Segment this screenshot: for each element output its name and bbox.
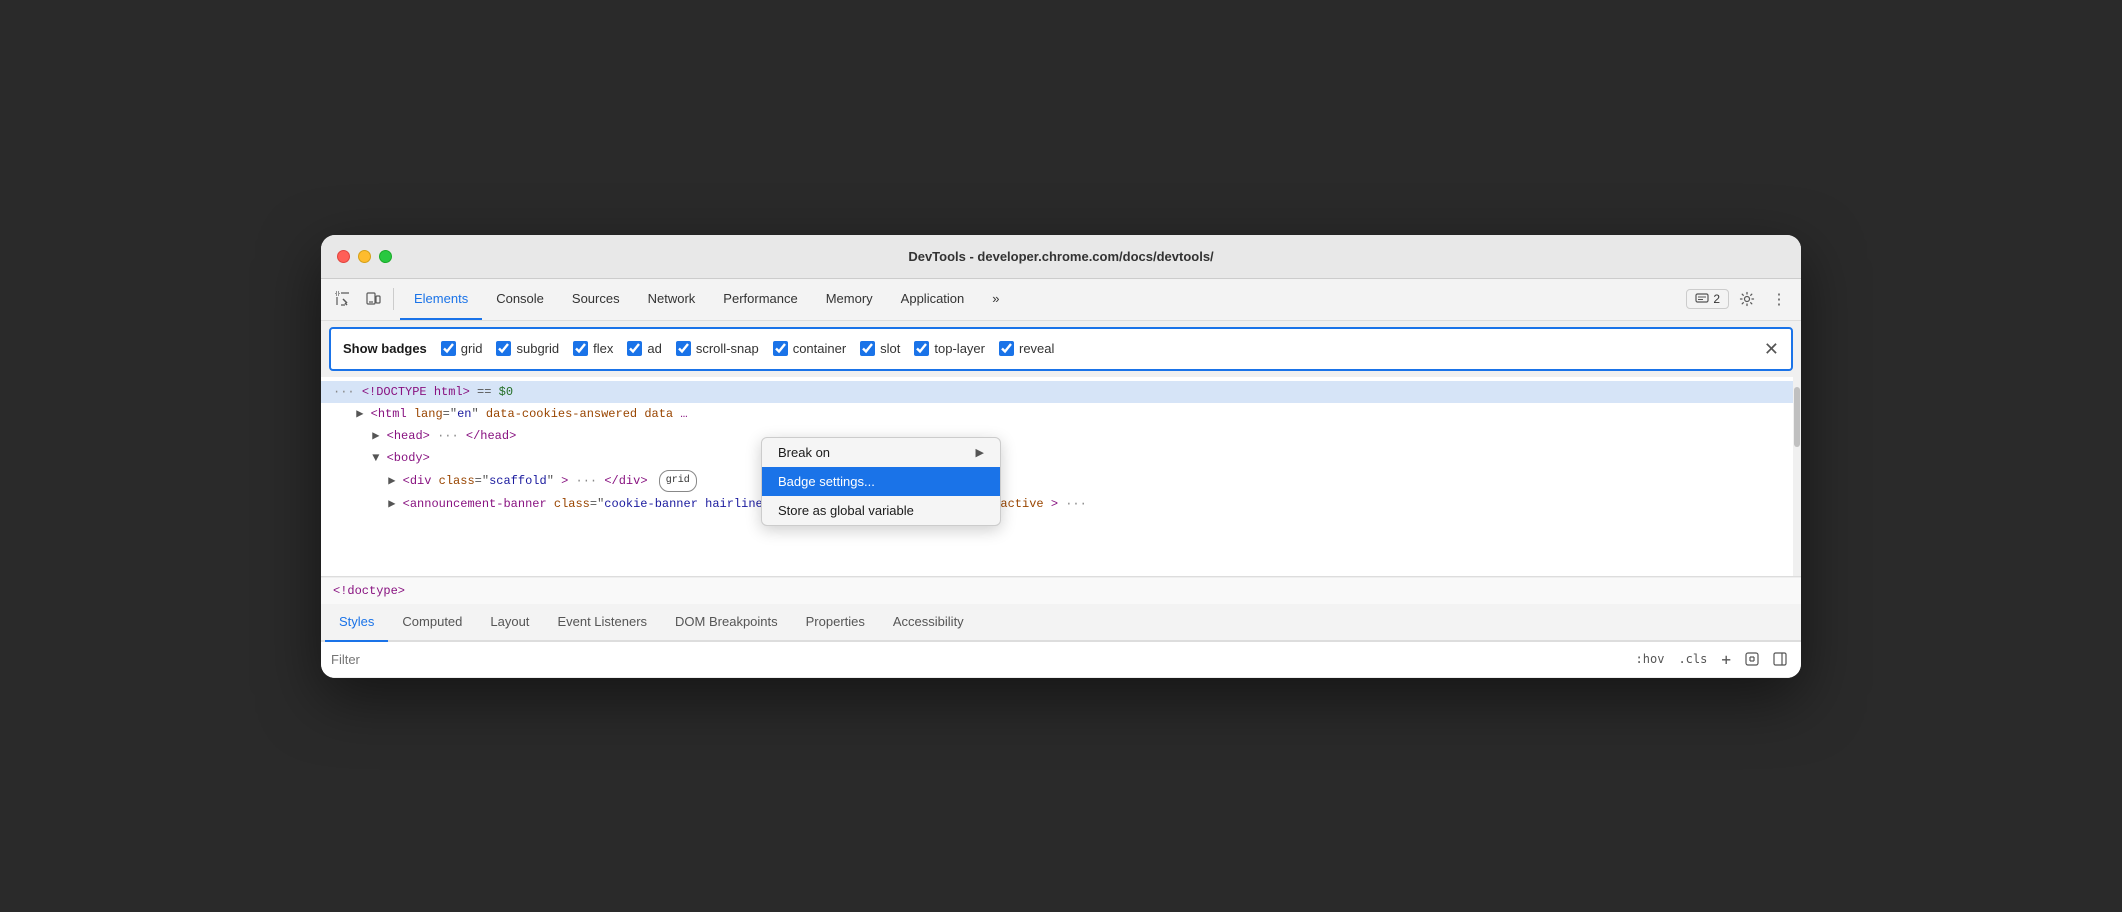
- dom-line-div[interactable]: ▶ <div class="scaffold" > ··· </div> gri…: [321, 469, 1801, 493]
- maximize-button[interactable]: [379, 250, 392, 263]
- styles-filter-input[interactable]: [331, 652, 1624, 667]
- tab-memory[interactable]: Memory: [812, 278, 887, 320]
- badge-slot-checkbox[interactable]: [860, 341, 875, 356]
- badge-slot-label: slot: [880, 341, 900, 356]
- tab-network[interactable]: Network: [634, 278, 710, 320]
- doctype-line: <!doctype>: [321, 577, 1801, 604]
- scrollbar-thumb[interactable]: [1794, 387, 1800, 447]
- cls-button[interactable]: .cls: [1674, 650, 1711, 668]
- dom-line-body[interactable]: ▼ <body>: [321, 447, 1801, 469]
- badge-bar-label: Show badges: [343, 341, 427, 356]
- badge-top-layer-checkbox[interactable]: [914, 341, 929, 356]
- context-menu-badge-settings[interactable]: Badge settings...: [762, 467, 1000, 496]
- badge-top-layer-label: top-layer: [934, 341, 985, 356]
- tab-more[interactable]: »: [978, 278, 1013, 320]
- styles-tab-event-listeners[interactable]: Event Listeners: [543, 604, 661, 642]
- scrollbar-track: [1793, 377, 1801, 576]
- badge-reveal-checkbox[interactable]: [999, 341, 1014, 356]
- badge-ad-label: ad: [647, 341, 661, 356]
- chat-badge[interactable]: 2: [1686, 289, 1729, 309]
- new-style-rule-button[interactable]: [1741, 648, 1763, 670]
- badge-flex-checkbox[interactable]: [573, 341, 588, 356]
- dots-icon: ···: [333, 385, 355, 399]
- badge-reveal: reveal: [999, 341, 1054, 356]
- badge-grid-label: grid: [461, 341, 483, 356]
- badge-flex: flex: [573, 341, 613, 356]
- devtools-toolbar: Elements Console Sources Network Perform…: [321, 279, 1801, 321]
- minimize-button[interactable]: [358, 250, 371, 263]
- close-button[interactable]: [337, 250, 350, 263]
- badge-flex-label: flex: [593, 341, 613, 356]
- styles-tab-accessibility[interactable]: Accessibility: [879, 604, 978, 642]
- styles-tab-layout[interactable]: Layout: [476, 604, 543, 642]
- badge-subgrid: subgrid: [496, 341, 559, 356]
- badge-scroll-snap: scroll-snap: [676, 341, 759, 356]
- badge-grid-checkbox[interactable]: [441, 341, 456, 356]
- tab-performance[interactable]: Performance: [709, 278, 811, 320]
- badge-subgrid-checkbox[interactable]: [496, 341, 511, 356]
- tab-console[interactable]: Console: [482, 278, 558, 320]
- badge-slot: slot: [860, 341, 900, 356]
- browser-window: DevTools - developer.chrome.com/docs/dev…: [321, 235, 1801, 678]
- window-title: DevTools - developer.chrome.com/docs/dev…: [908, 249, 1213, 264]
- toggle-sidebar-button[interactable]: [1769, 648, 1791, 670]
- badge-ad: ad: [627, 341, 661, 356]
- badge-grid: grid: [441, 341, 483, 356]
- badge-scroll-snap-label: scroll-snap: [696, 341, 759, 356]
- filter-actions: :hov .cls +: [1632, 648, 1791, 671]
- dom-line-html[interactable]: ▶ <html lang="en" data-cookies-answered …: [321, 403, 1801, 425]
- styles-filter-bar: :hov .cls +: [321, 642, 1801, 678]
- context-menu-break-on[interactable]: Break on ▶: [762, 438, 1000, 467]
- badge-container-label: container: [793, 341, 846, 356]
- toolbar-tabs: Elements Console Sources Network Perform…: [400, 278, 1684, 320]
- badge-container: container: [773, 341, 846, 356]
- styles-tab-styles[interactable]: Styles: [325, 604, 388, 642]
- device-toggle-button[interactable]: [359, 285, 387, 313]
- badge-close-button[interactable]: ✕: [1764, 340, 1779, 358]
- toolbar-divider-1: [393, 288, 394, 310]
- traffic-lights: [337, 250, 392, 263]
- chat-count: 2: [1713, 292, 1720, 306]
- doctype-text: <!doctype>: [333, 584, 405, 598]
- context-menu: Break on ▶ Badge settings... Store as gl…: [761, 437, 1001, 526]
- grid-badge[interactable]: grid: [659, 470, 697, 492]
- more-options-button[interactable]: ⋮: [1765, 285, 1793, 313]
- badge-reveal-label: reveal: [1019, 341, 1054, 356]
- add-style-button[interactable]: +: [1717, 648, 1735, 671]
- styles-tab-computed[interactable]: Computed: [388, 604, 476, 642]
- dom-panel: ··· <!DOCTYPE html> == $0 ▶ <html lang="…: [321, 377, 1801, 577]
- badge-scroll-snap-checkbox[interactable]: [676, 341, 691, 356]
- dom-line-banner[interactable]: ▶ <announcement-banner class="cookie-ban…: [321, 493, 1801, 515]
- tab-application[interactable]: Application: [887, 278, 979, 320]
- badge-settings-bar: Show badges grid subgrid flex ad scroll-…: [329, 327, 1793, 371]
- hov-button[interactable]: :hov: [1632, 650, 1669, 668]
- styles-tab-properties[interactable]: Properties: [792, 604, 879, 642]
- badge-top-layer: top-layer: [914, 341, 985, 356]
- badge-container-checkbox[interactable]: [773, 341, 788, 356]
- styles-tabs: Styles Computed Layout Event Listeners D…: [321, 604, 1801, 642]
- dom-line-doctype[interactable]: ··· <!DOCTYPE html> == $0: [321, 381, 1801, 403]
- chevron-right-icon: ▶: [976, 446, 984, 459]
- toolbar-right: 2 ⋮: [1686, 285, 1793, 313]
- styles-tab-dom-breakpoints[interactable]: DOM Breakpoints: [661, 604, 792, 642]
- tab-elements[interactable]: Elements: [400, 278, 482, 320]
- settings-button[interactable]: [1733, 285, 1761, 313]
- context-menu-store-global[interactable]: Store as global variable: [762, 496, 1000, 525]
- tab-sources[interactable]: Sources: [558, 278, 634, 320]
- inspect-element-button[interactable]: [329, 285, 357, 313]
- badge-ad-checkbox[interactable]: [627, 341, 642, 356]
- badge-subgrid-label: subgrid: [516, 341, 559, 356]
- titlebar: DevTools - developer.chrome.com/docs/dev…: [321, 235, 1801, 279]
- dom-line-head[interactable]: ▶ <head> ··· </head>: [321, 425, 1801, 447]
